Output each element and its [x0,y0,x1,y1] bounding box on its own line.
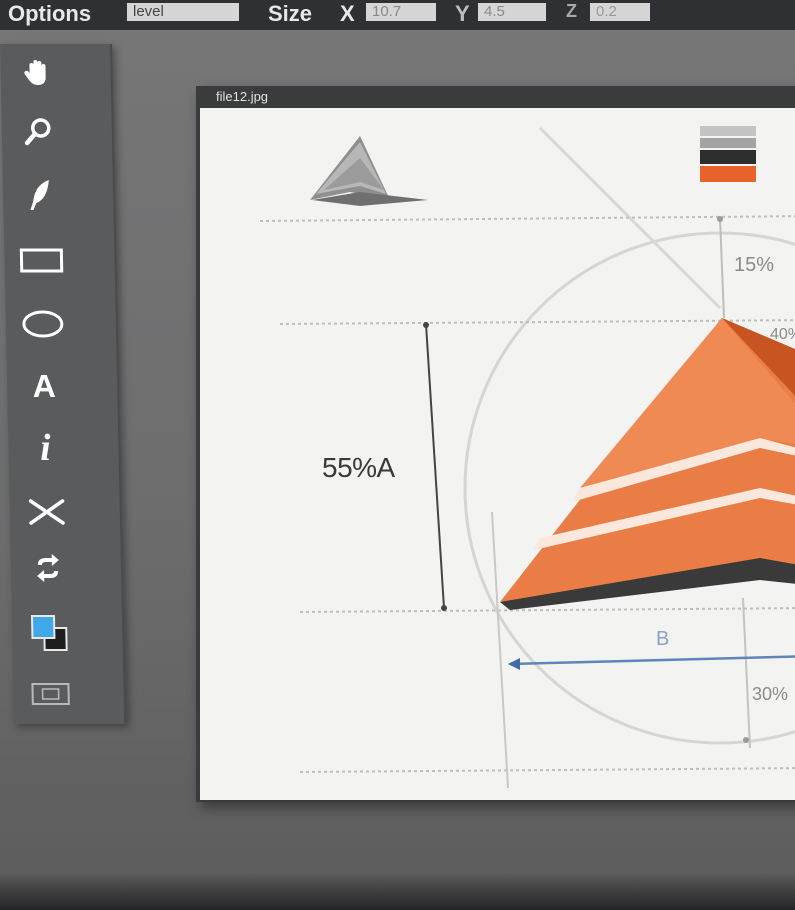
swap-tool[interactable] [25,546,72,590]
tool-palette: A i [0,44,127,724]
info-tool[interactable]: i [22,426,69,470]
z-value-field[interactable]: 0.2 [590,3,650,21]
options-bar: Options level Size X 10.7 Y 4.5 Z 0.2 [0,0,795,30]
document-window[interactable]: file12.jpg 55%A 15% 40 B 30% [196,86,795,802]
options-title: Options [8,1,92,26]
zoom-tool[interactable] [15,110,62,154]
bottom-bezel-shadow [0,872,795,910]
top-right-measure-label: 15% [734,254,775,276]
swap-arrows-icon [32,551,65,585]
left-measure-label: 55%A [322,452,395,483]
hand-tool[interactable] [14,50,61,94]
scissors-tool[interactable] [23,490,70,534]
magnifier-icon [21,115,56,149]
y-label: Y [455,1,470,26]
text-A-icon: A [32,367,57,404]
bottom-b-label: B [656,628,670,650]
infographic-artwork [259,126,795,789]
y-value-field[interactable]: 4.5 [478,3,546,21]
text-tool[interactable]: A [21,364,68,408]
color-swatch-icon [26,610,73,654]
z-label: Z [566,1,577,21]
rectangle-tool[interactable] [18,238,65,282]
size-label: Size [268,1,313,26]
color-swatch[interactable] [26,610,73,654]
bottom-right-measure-label: 30% [752,684,789,704]
document-canvas[interactable]: 55%A 15% 40% B 30% [200,108,795,800]
screen-mode-tool[interactable] [27,672,74,716]
hand-icon [20,55,55,89]
ellipse-tool[interactable] [19,302,66,346]
x-label: X [340,1,355,26]
x-value-field[interactable]: 10.7 [366,3,436,21]
scissors-icon [26,496,67,528]
ellipse-icon [20,308,67,340]
rectangle-icon [18,245,65,275]
options-level-field[interactable]: level [127,3,239,21]
right-side-measure-label: 40% [770,326,795,343]
feather-tool[interactable] [17,174,64,218]
screen-mode-icon [27,679,74,709]
italic-i-icon: i [39,427,52,469]
feather-icon [23,177,58,215]
document-tab-title[interactable]: file12.jpg [216,89,268,104]
